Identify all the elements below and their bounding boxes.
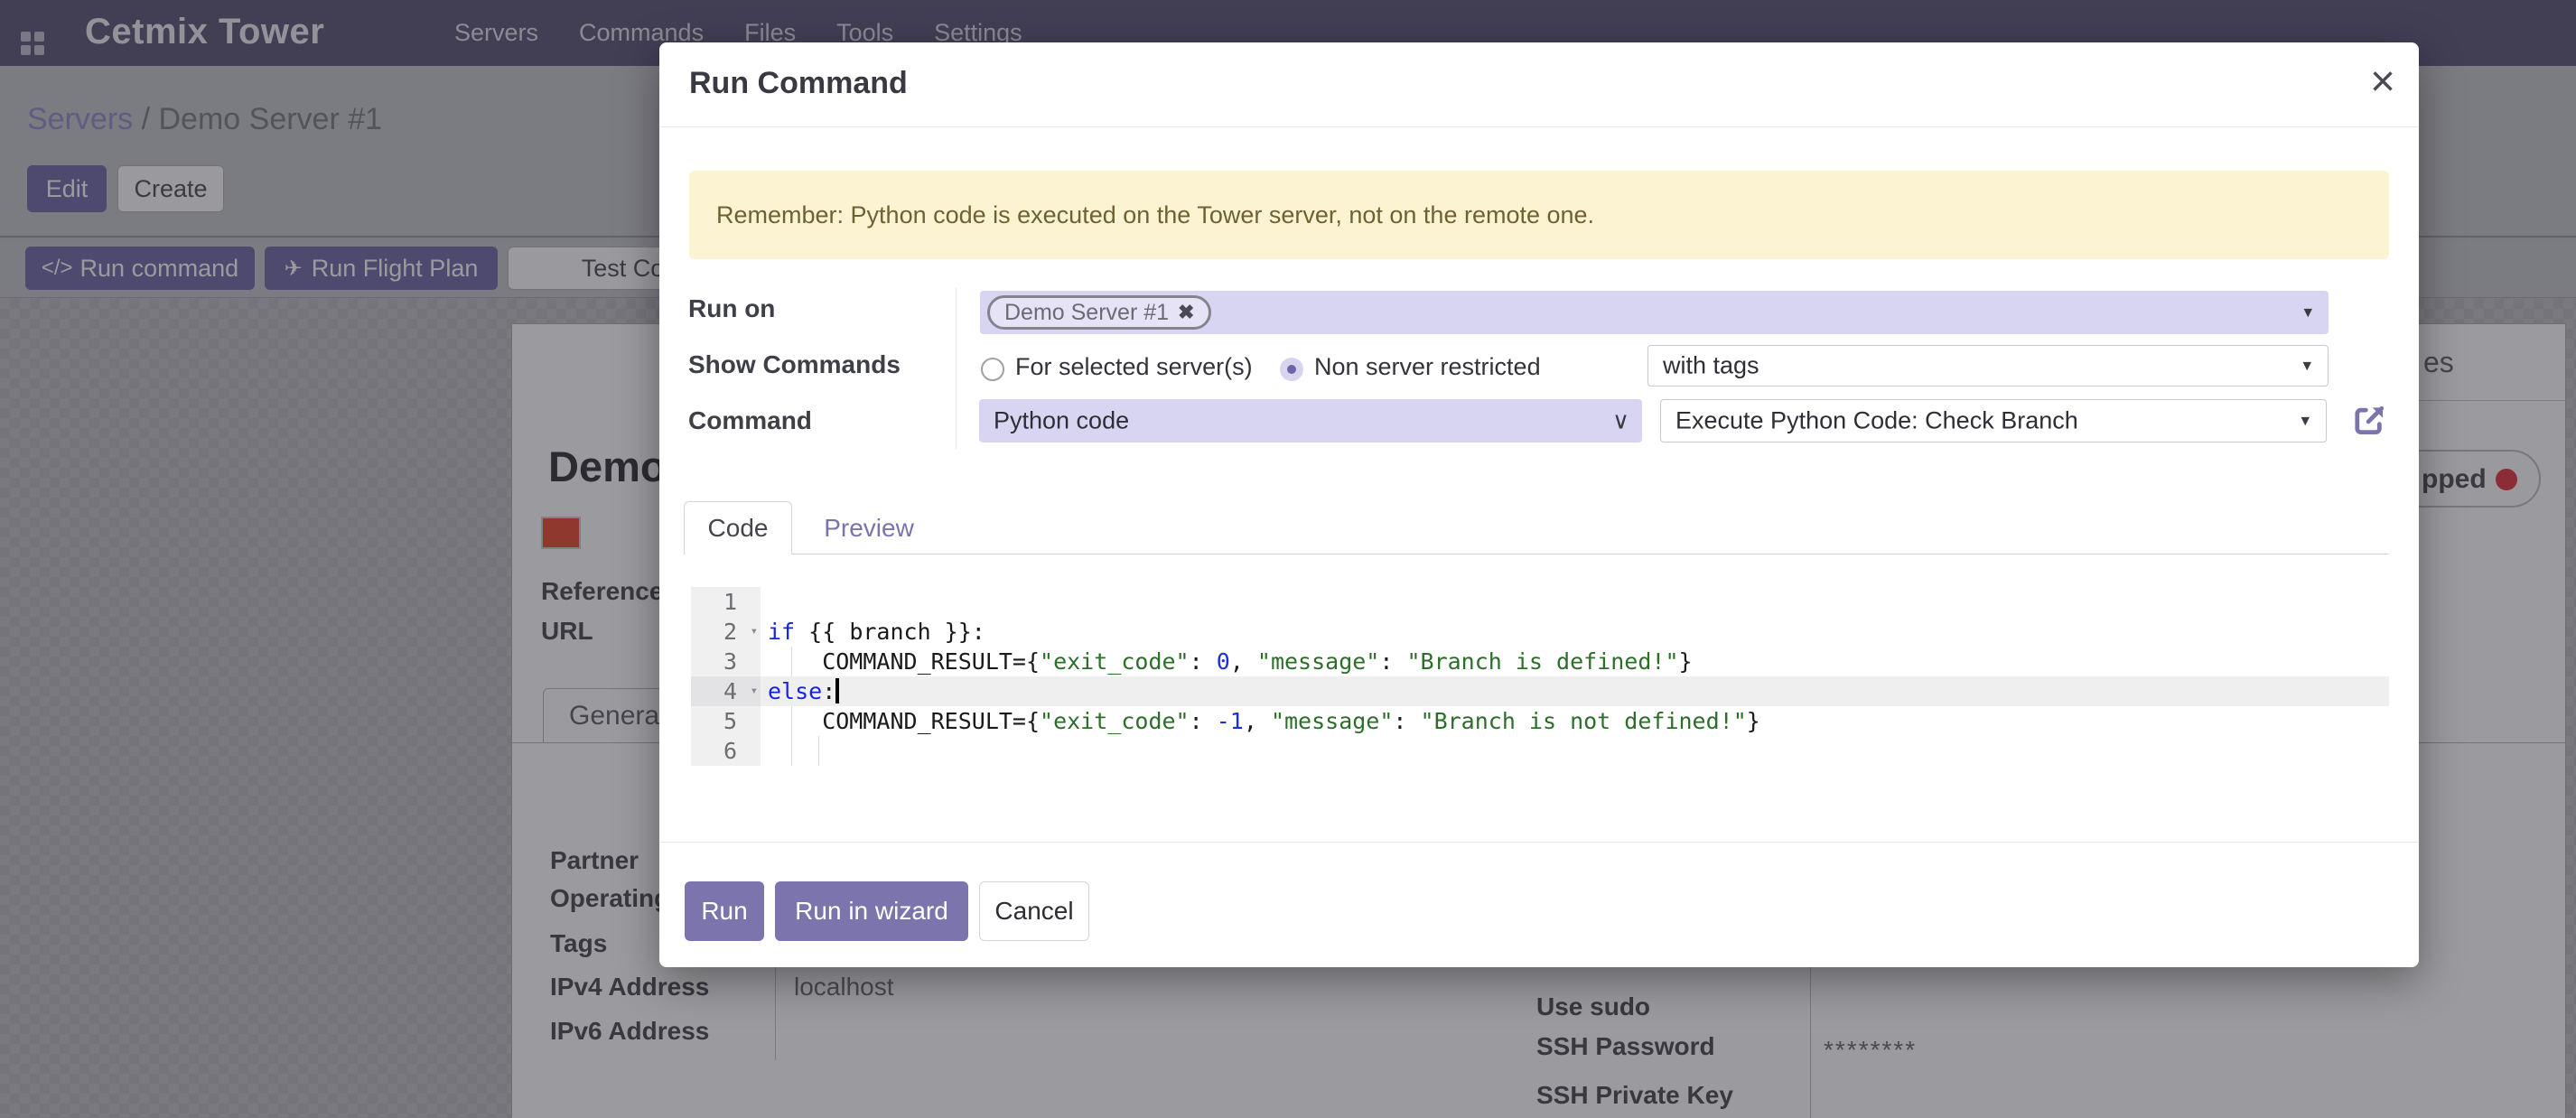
fold-arrow-icon[interactable]: ▾ <box>751 676 758 706</box>
run-command-modal: Run Command × Remember: Python code is e… <box>659 42 2419 967</box>
radio-for-selected-servers-label[interactable]: For selected server(s) <box>1015 353 1253 381</box>
command-select[interactable]: Execute Python Code: Check Branch ▾ <box>1660 399 2327 443</box>
editor-code-line[interactable] <box>761 736 2389 766</box>
form-column-divider <box>956 288 957 449</box>
server-tag-remove-icon[interactable]: ✖ <box>1178 301 1194 324</box>
run-on-label: Run on <box>688 294 775 323</box>
editor-gutter-line-number: 4▾ <box>691 676 761 706</box>
indent-guide <box>818 736 819 766</box>
warning-alert: Remember: Python code is executed on the… <box>689 171 2389 259</box>
editor-line-5[interactable]: 5 COMMAND_RESULT={"exit_code": -1, "mess… <box>691 706 2389 736</box>
editor-code-line[interactable]: else: <box>761 676 2389 706</box>
caret-down-icon: ▾ <box>2302 356 2311 377</box>
caret-down-icon: ▾ <box>2301 411 2310 432</box>
modal-title: Run Command <box>689 66 908 101</box>
editor-line-4[interactable]: 4▾else: <box>691 676 2389 706</box>
editor-line-6[interactable]: 6 <box>691 736 2389 766</box>
text-cursor <box>835 678 839 703</box>
editor-code-line[interactable]: if {{ branch }}: <box>761 617 2389 647</box>
with-tags-select[interactable]: with tags ▾ <box>1647 345 2329 387</box>
editor-line-1[interactable]: 1 <box>691 587 2389 617</box>
server-tag-label: Demo Server #1 <box>1004 300 1169 326</box>
tab-code[interactable]: Code <box>684 501 792 554</box>
caret-down-icon: ▾ <box>2303 303 2312 323</box>
show-commands-label: Show Commands <box>688 350 901 379</box>
warning-alert-text: Remember: Python code is executed on the… <box>716 201 1594 229</box>
editor-gutter-line-number: 5 <box>691 706 761 736</box>
editor-gutter-line-number: 1 <box>691 587 761 617</box>
run-on-select[interactable]: Demo Server #1 ✖ ▾ <box>980 291 2329 334</box>
editor-code-line[interactable]: COMMAND_RESULT={"exit_code": 0, "message… <box>761 647 2389 676</box>
indent-guide <box>791 736 792 766</box>
indent-guide <box>791 706 792 736</box>
editor-gutter-line-number: 2▾ <box>691 617 761 647</box>
screen: Cetmix Tower Servers Commands Files Tool… <box>0 0 2576 1118</box>
modal-footer-divider <box>659 842 2419 843</box>
fold-arrow-icon[interactable]: ▾ <box>751 617 758 647</box>
code-editor[interactable]: 12▾if {{ branch }}:3 COMMAND_RESULT={"ex… <box>691 587 2389 766</box>
editor-gutter-line-number: 3 <box>691 647 761 676</box>
modal-header-divider <box>659 126 2419 127</box>
tab-preview[interactable]: Preview <box>815 501 923 554</box>
editor-line-2[interactable]: 2▾if {{ branch }}: <box>691 617 2389 647</box>
command-type-select[interactable]: Python code ∨ <box>979 399 1642 443</box>
radio-for-selected-servers[interactable] <box>981 358 1004 381</box>
close-icon[interactable]: × <box>2370 51 2395 112</box>
editor-code-line[interactable] <box>761 587 2389 617</box>
command-label: Command <box>688 406 812 435</box>
run-in-wizard-button[interactable]: Run in wizard <box>775 881 968 941</box>
indent-guide <box>791 647 792 676</box>
editor-code-line[interactable]: COMMAND_RESULT={"exit_code": -1, "messag… <box>761 706 2389 736</box>
radio-non-server-restricted[interactable] <box>1280 358 1303 381</box>
external-link-icon[interactable] <box>2349 401 2389 441</box>
editor-line-3[interactable]: 3 COMMAND_RESULT={"exit_code": 0, "messa… <box>691 647 2389 676</box>
run-button[interactable]: Run <box>685 881 764 941</box>
chevron-down-icon: ∨ <box>1612 407 1629 435</box>
cancel-button[interactable]: Cancel <box>979 881 1089 941</box>
radio-non-server-restricted-label[interactable]: Non server restricted <box>1314 353 1541 381</box>
editor-gutter-line-number: 6 <box>691 736 761 766</box>
server-tag[interactable]: Demo Server #1 ✖ <box>987 295 1211 330</box>
